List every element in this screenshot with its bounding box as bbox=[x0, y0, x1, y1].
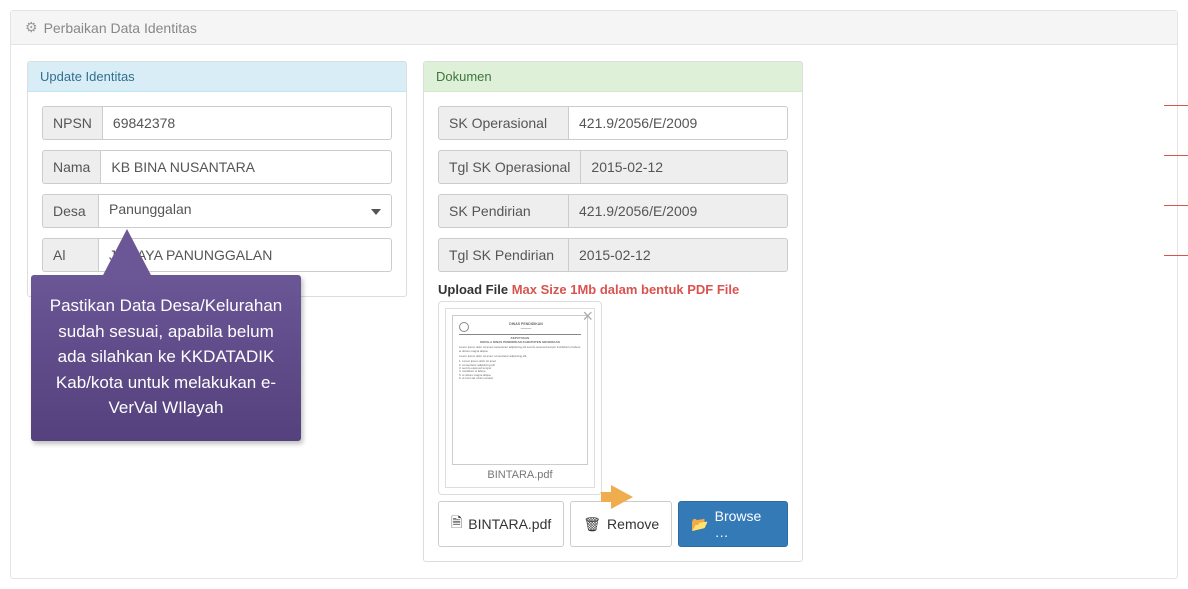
selected-file-button[interactable]: BINTARA.pdf bbox=[438, 501, 564, 547]
gear-icon bbox=[25, 19, 38, 36]
dokumen-body: SK Operasional Tgl SK Operasional SK Pen… bbox=[424, 92, 802, 561]
sk-pend-label: SK Pendirian bbox=[438, 194, 568, 228]
file-icon bbox=[451, 512, 462, 536]
dokumen-panel: Dokumen SK Operasional Tgl SK Operasiona… bbox=[423, 61, 803, 562]
desa-select[interactable]: Panunggalan bbox=[98, 194, 392, 228]
npsn-row: NPSN bbox=[42, 106, 392, 140]
tgl-sk-pend-label: Tgl SK Pendirian bbox=[438, 238, 568, 272]
tgl-sk-pend-input[interactable] bbox=[568, 238, 788, 272]
upload-label: Upload File Max Size 1Mb dalam bentuk PD… bbox=[438, 282, 788, 297]
dokumen-header: Dokumen bbox=[424, 62, 802, 92]
right-column: Dokumen SK Operasional Tgl SK Operasiona… bbox=[423, 61, 803, 562]
npsn-label: NPSN bbox=[42, 106, 102, 140]
upload-buttons: BINTARA.pdf Remove Browse … bbox=[438, 501, 788, 547]
browse-label: Browse … bbox=[715, 508, 775, 540]
main-panel: Perbaikan Data Identitas Update Identita… bbox=[10, 10, 1178, 579]
folder-icon bbox=[691, 516, 708, 533]
desa-row: Desa Panunggalan bbox=[42, 194, 392, 228]
sk-op-row: SK Operasional bbox=[438, 106, 788, 140]
update-identitas-body: NPSN Nama Desa Panunggalan Al bbox=[28, 92, 406, 296]
sk-pend-row: SK Pendirian bbox=[438, 194, 788, 228]
tgl-sk-op-label: Tgl SK Operasional bbox=[438, 150, 580, 184]
upload-warning: Max Size 1Mb dalam bentuk PDF File bbox=[512, 282, 740, 297]
file-thumbnail-wrap: × DINAS PENDIDIKAN——— KEPUTUSANKEPALA DI… bbox=[438, 301, 602, 495]
remove-label: Remove bbox=[607, 516, 659, 532]
alamat-label: Al bbox=[42, 238, 98, 272]
update-identitas-header: Update Identitas bbox=[28, 62, 406, 92]
file-caption: BINTARA.pdf bbox=[452, 469, 588, 481]
tgl-sk-op-input[interactable] bbox=[580, 150, 788, 184]
update-identitas-panel: Update Identitas NPSN Nama Desa Panungga… bbox=[27, 61, 407, 297]
alamat-row: Al bbox=[42, 238, 392, 272]
selected-file-label: BINTARA.pdf bbox=[468, 516, 551, 532]
desa-select-value: Panunggalan bbox=[109, 201, 192, 217]
file-thumbnail[interactable]: DINAS PENDIDIKAN——— KEPUTUSANKEPALA DINA… bbox=[445, 308, 595, 488]
desa-label: Desa bbox=[42, 194, 98, 228]
panel-header: Perbaikan Data Identitas bbox=[11, 11, 1177, 45]
sk-op-label: SK Operasional bbox=[438, 106, 568, 140]
sk-op-input[interactable] bbox=[568, 106, 788, 140]
browse-button[interactable]: Browse … bbox=[678, 501, 788, 547]
upload-label-text: Upload File bbox=[438, 282, 508, 297]
remove-button[interactable]: Remove bbox=[570, 501, 672, 547]
nama-input[interactable] bbox=[100, 150, 392, 184]
desa-tooltip: Pastikan Data Desa/Kelurahan sudah sesua… bbox=[31, 275, 301, 441]
npsn-input[interactable] bbox=[102, 106, 392, 140]
thumb-close-icon[interactable]: × bbox=[582, 306, 593, 327]
tgl-sk-op-row: Tgl SK Operasional bbox=[438, 150, 788, 184]
sk-pend-input[interactable] bbox=[568, 194, 788, 228]
trash-icon bbox=[583, 516, 601, 533]
pdf-preview: DINAS PENDIDIKAN——— KEPUTUSANKEPALA DINA… bbox=[452, 315, 588, 465]
nama-row: Nama bbox=[42, 150, 392, 184]
page-title: Perbaikan Data Identitas bbox=[44, 20, 197, 36]
tgl-sk-pend-row: Tgl SK Pendirian bbox=[438, 238, 788, 272]
nama-label: Nama bbox=[42, 150, 100, 184]
panel-body: Update Identitas NPSN Nama Desa Panungga… bbox=[11, 45, 1177, 578]
